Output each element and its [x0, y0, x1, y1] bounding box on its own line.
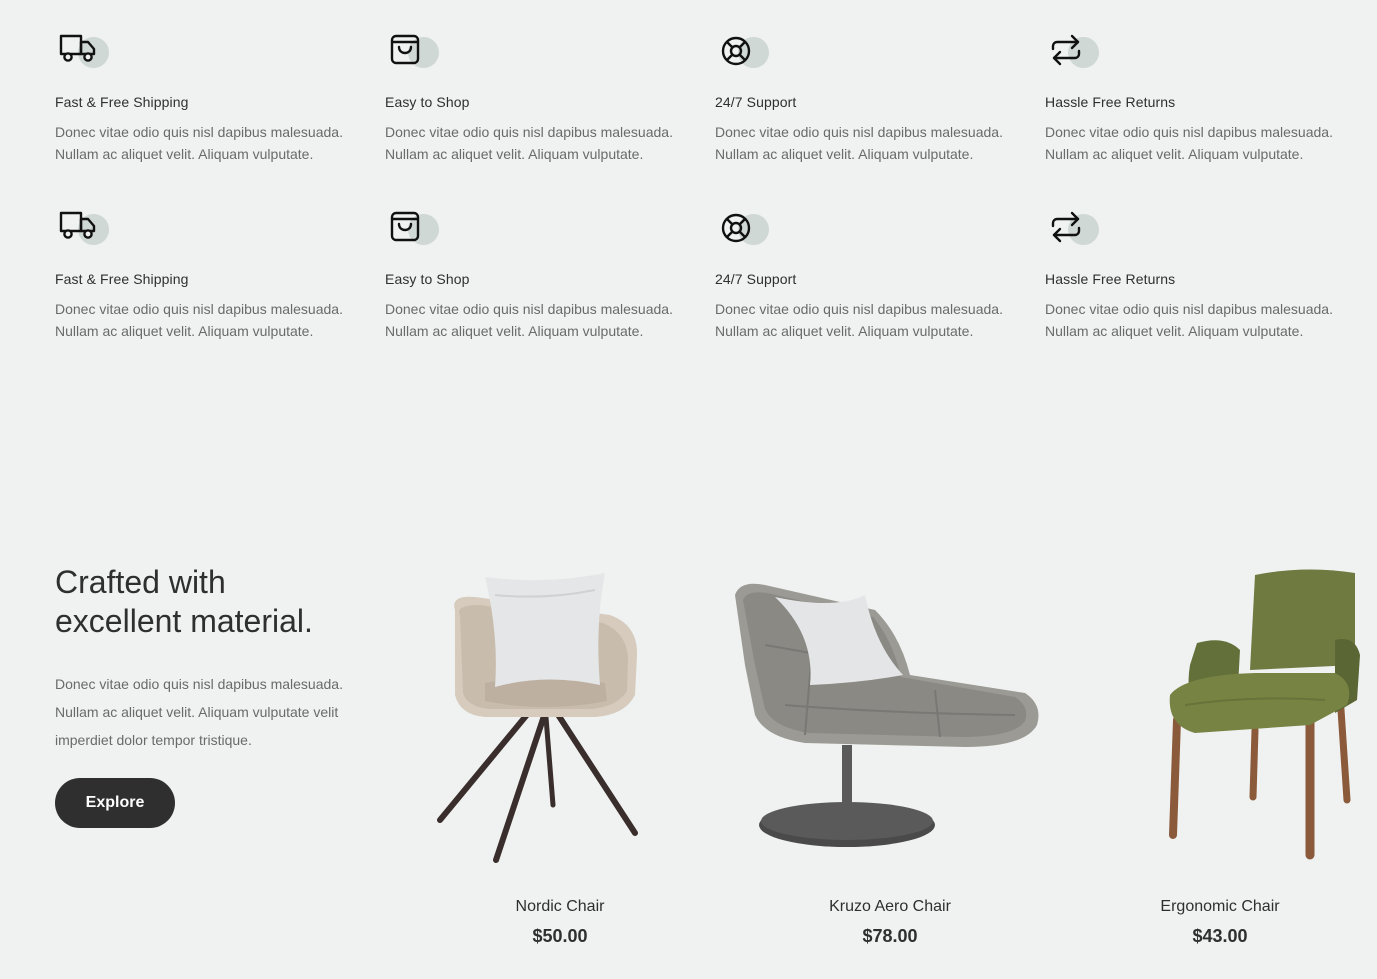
feature-item: Hassle Free Returns Donec vitae odio qui… — [1045, 207, 1365, 342]
product-name: Ergonomic Chair — [1160, 898, 1280, 915]
product-name: Nordic Chair — [515, 898, 605, 915]
feature-text: Donec vitae odio quis nisl dapibus males… — [55, 124, 343, 162]
returns-icon — [1051, 34, 1081, 66]
feature-item: Easy to Shop Donec vitae odio quis nisl … — [385, 207, 705, 342]
bag-icon — [390, 211, 420, 242]
feature-icon — [1045, 30, 1105, 78]
product-price: $78.00 — [862, 926, 918, 946]
product-card[interactable]: Nordic Chair $50.00 — [395, 555, 725, 947]
feature-title: 24/7 Support — [715, 94, 797, 110]
product-price: $50.00 — [532, 926, 588, 946]
feature-icon — [55, 207, 115, 255]
feature-title: Fast & Free Shipping — [55, 94, 189, 110]
feature-icon — [385, 30, 445, 78]
product-price: $43.00 — [1192, 926, 1248, 946]
feature-text: Donec vitae odio quis nisl dapibus males… — [715, 124, 1003, 162]
feature-text: Donec vitae odio quis nisl dapibus males… — [385, 301, 673, 339]
feature-item: 24/7 Support Donec vitae odio quis nisl … — [715, 30, 1035, 165]
support-icon — [721, 213, 751, 243]
feature-title: Hassle Free Returns — [1045, 94, 1176, 110]
feature-item: 24/7 Support Donec vitae odio quis nisl … — [715, 207, 1035, 342]
explore-button[interactable]: Explore — [55, 778, 175, 828]
product-card[interactable]: Ergonomic Chair $43.00 — [1055, 555, 1377, 947]
section-title: Crafted with excellent material. — [55, 563, 385, 641]
feature-item: Fast & Free Shipping Donec vitae odio qu… — [55, 30, 375, 165]
product-list: Nordic Chair $50.00 Kruzo Aero Chair $78… — [395, 555, 1377, 947]
feature-title: Easy to Shop — [385, 271, 470, 287]
feature-icon — [715, 30, 775, 78]
section-title-line1: Crafted with — [55, 564, 226, 600]
feature-title: Fast & Free Shipping — [55, 271, 189, 287]
feature-title: Hassle Free Returns — [1045, 271, 1176, 287]
truck-icon — [59, 34, 96, 62]
feature-icon — [55, 30, 115, 78]
section-title-line2: excellent material. — [55, 603, 313, 639]
bag-icon — [390, 34, 420, 65]
feature-item: Easy to Shop Donec vitae odio quis nisl … — [385, 30, 705, 165]
product-name: Kruzo Aero Chair — [829, 898, 951, 915]
feature-text: Donec vitae odio quis nisl dapibus males… — [55, 301, 343, 339]
ergonomic-chair-image — [1055, 555, 1377, 875]
product-card[interactable]: Kruzo Aero Chair $78.00 — [725, 555, 1055, 947]
features-grid: Fast & Free Shipping Donec vitae odio qu… — [55, 30, 1375, 342]
nordic-chair-image — [395, 555, 725, 875]
feature-icon — [385, 207, 445, 255]
feature-title: 24/7 Support — [715, 271, 797, 287]
crafted-section: Crafted with excellent material. Donec v… — [55, 563, 385, 828]
feature-text: Donec vitae odio quis nisl dapibus males… — [385, 124, 673, 162]
feature-text: Donec vitae odio quis nisl dapibus males… — [715, 301, 1003, 339]
page: Fast & Free Shipping Donec vitae odio qu… — [0, 0, 1377, 979]
returns-icon — [1051, 211, 1081, 243]
feature-icon — [715, 207, 775, 255]
feature-title: Easy to Shop — [385, 94, 470, 110]
section-text: Donec vitae odio quis nisl dapibus males… — [55, 676, 343, 748]
feature-text: Donec vitae odio quis nisl dapibus males… — [1045, 124, 1333, 162]
support-icon — [721, 36, 751, 66]
feature-text: Donec vitae odio quis nisl dapibus males… — [1045, 301, 1333, 339]
kruzo-aero-chair-image — [725, 555, 1055, 875]
feature-icon — [1045, 207, 1105, 255]
truck-icon — [59, 211, 96, 239]
feature-item: Fast & Free Shipping Donec vitae odio qu… — [55, 207, 375, 342]
feature-item: Hassle Free Returns Donec vitae odio qui… — [1045, 30, 1365, 165]
